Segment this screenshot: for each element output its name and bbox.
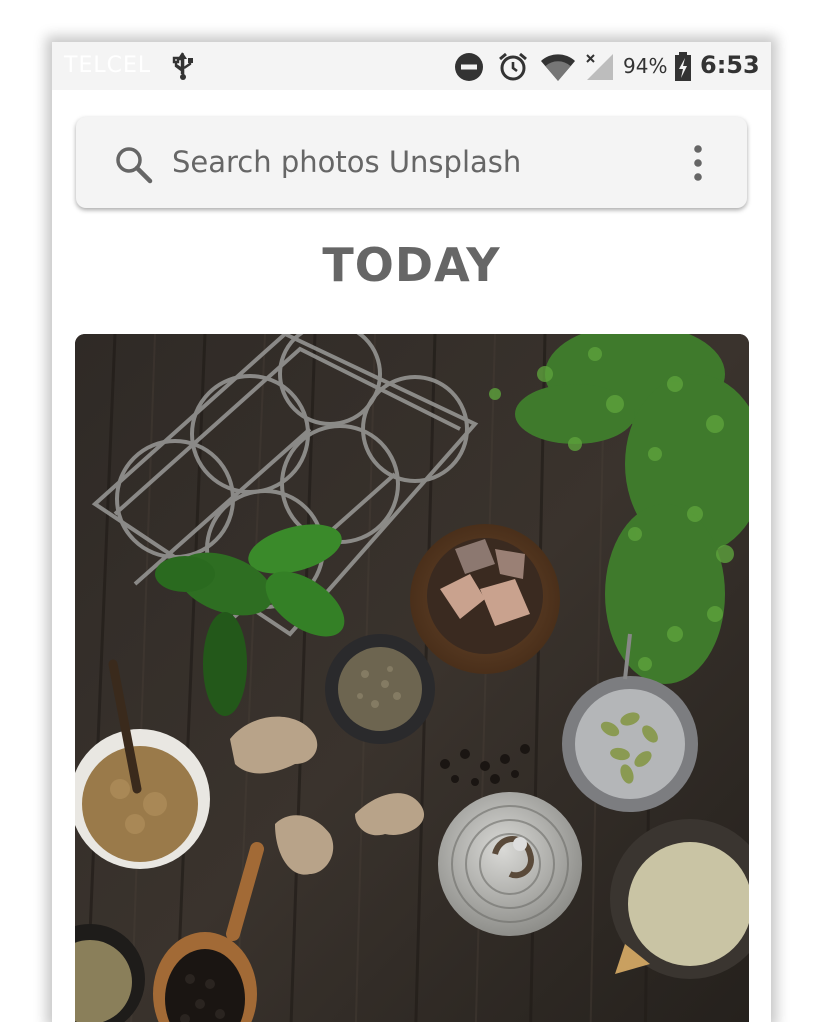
phone-screen: TELCEL 94% 6:53 Search photos Unsplash T…: [52, 42, 771, 1022]
photo-card[interactable]: [75, 334, 749, 1022]
more-vert-icon[interactable]: [688, 141, 708, 185]
search-icon: [114, 145, 154, 189]
search-bar[interactable]: [76, 117, 747, 208]
usb-icon: [170, 51, 196, 85]
battery-charging-icon: [674, 52, 692, 86]
carrier-label: TELCEL: [64, 53, 152, 78]
photo-image: [75, 334, 749, 1022]
search-input[interactable]: [172, 141, 652, 183]
section-title: TODAY: [322, 238, 501, 292]
status-bar: TELCEL 94% 6:53: [52, 42, 771, 90]
cell-signal-icon: [585, 52, 615, 86]
wifi-icon: [540, 52, 576, 86]
do-not-disturb-icon: [454, 52, 484, 86]
battery-percent: 94%: [623, 54, 668, 78]
alarm-icon: [497, 51, 529, 87]
clock: 6:53: [700, 51, 760, 79]
